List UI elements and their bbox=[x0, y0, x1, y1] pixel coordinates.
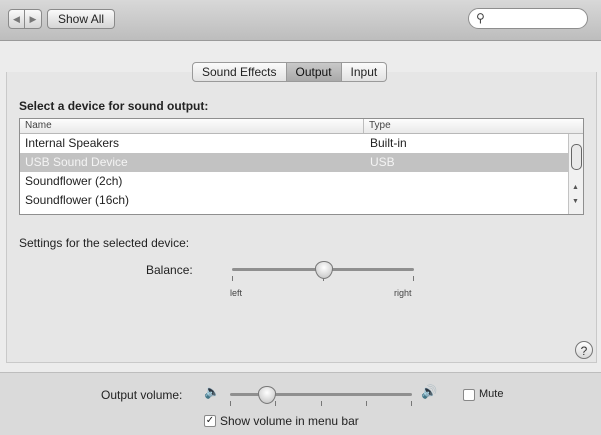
device-table: Name Type Internal Speakers Built-in USB… bbox=[19, 118, 584, 215]
balance-right-label: right bbox=[394, 288, 412, 298]
back-arrow-icon: ◀ bbox=[13, 13, 20, 24]
device-type bbox=[363, 172, 370, 191]
table-header: Name Type bbox=[20, 119, 583, 134]
tab-output[interactable]: Output bbox=[286, 62, 342, 82]
device-type bbox=[363, 191, 370, 210]
device-name: Internal Speakers bbox=[25, 136, 120, 150]
volume-tick bbox=[321, 401, 322, 406]
mute-label: Mute bbox=[479, 388, 504, 400]
column-header-type[interactable]: Type bbox=[364, 119, 391, 133]
scrollbar-thumb[interactable] bbox=[571, 144, 582, 170]
table-row-selected[interactable]: USB Sound Device USB bbox=[20, 153, 583, 172]
table-scrollbar[interactable]: ▲ ▼ bbox=[568, 134, 583, 214]
help-button[interactable]: ? bbox=[575, 341, 593, 359]
show-volume-checkbox[interactable]: ✓ bbox=[204, 415, 216, 427]
device-name: USB Sound Device bbox=[25, 155, 128, 169]
table-row[interactable]: Soundflower (16ch) bbox=[20, 191, 583, 210]
table-row[interactable]: Soundflower (2ch) bbox=[20, 172, 583, 191]
forward-button[interactable]: ▶ bbox=[25, 9, 42, 29]
scroll-up-arrow-icon[interactable]: ▲ bbox=[572, 184, 579, 191]
settings-section-heading: Settings for the selected device: bbox=[19, 236, 190, 250]
table-row[interactable]: Internal Speakers Built-in bbox=[20, 134, 583, 153]
balance-left-label: left bbox=[230, 288, 243, 298]
balance-label: Balance: bbox=[146, 263, 193, 277]
volume-tick bbox=[275, 401, 276, 406]
output-volume-slider[interactable] bbox=[222, 383, 418, 413]
device-name: Soundflower (2ch) bbox=[25, 174, 123, 188]
device-type: USB bbox=[370, 155, 395, 169]
balance-slider-knob[interactable] bbox=[315, 261, 333, 279]
search-icon: ⚲ bbox=[476, 11, 485, 25]
volume-tick bbox=[366, 401, 367, 406]
speaker-low-icon: 🔈 bbox=[204, 384, 221, 399]
tab-bar: Sound Effects Output Input bbox=[192, 62, 388, 82]
device-name: Soundflower (16ch) bbox=[25, 193, 130, 207]
volume-slider-knob[interactable] bbox=[258, 386, 277, 404]
output-volume-label: Output volume: bbox=[101, 388, 183, 402]
balance-slider[interactable]: left right bbox=[224, 260, 420, 300]
navigation-buttons: ◀ ▶ bbox=[8, 9, 42, 30]
show-all-button[interactable]: Show All bbox=[47, 9, 116, 29]
device-section-heading: Select a device for sound output: bbox=[19, 99, 209, 113]
tab-input[interactable]: Input bbox=[341, 62, 388, 82]
search-input[interactable]: ⚲ bbox=[468, 8, 588, 29]
column-header-name[interactable]: Name bbox=[20, 119, 364, 133]
window-toolbar: ◀ ▶ Show All ⚲ bbox=[0, 0, 601, 41]
tab-content-pane bbox=[6, 72, 597, 363]
forward-arrow-icon: ▶ bbox=[29, 13, 37, 24]
show-volume-label: Show volume in menu bar bbox=[220, 414, 359, 428]
tab-sound-effects[interactable]: Sound Effects bbox=[192, 62, 287, 82]
mute-checkbox[interactable] bbox=[463, 389, 475, 401]
balance-tick bbox=[413, 276, 414, 281]
scroll-down-arrow-icon[interactable]: ▼ bbox=[572, 198, 579, 205]
volume-tick bbox=[411, 401, 412, 406]
balance-tick bbox=[232, 276, 233, 281]
volume-tick bbox=[230, 401, 231, 406]
speaker-high-icon: 🔊 bbox=[421, 384, 438, 399]
volume-slider-track[interactable] bbox=[230, 393, 412, 396]
back-button[interactable]: ◀ bbox=[8, 9, 25, 29]
device-type: Built-in bbox=[370, 136, 407, 150]
